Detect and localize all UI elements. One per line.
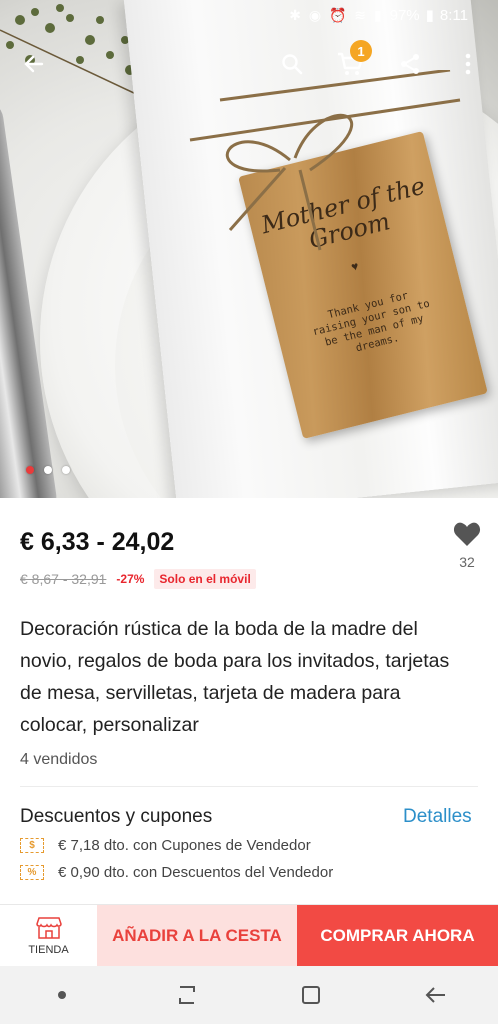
heart-icon: [453, 522, 481, 546]
cart-count-badge: 1: [350, 40, 372, 62]
buy-now-button[interactable]: COMPRAR AHORA: [297, 905, 498, 966]
status-bar: ✱ ◉ ⏰ ≋ ▮ 97% ▮ 8:11: [0, 0, 498, 30]
coupon-percent-icon: %: [20, 865, 44, 880]
coupon-text: € 0,90 dto. con Descuentos del Vendedor: [58, 864, 334, 881]
recent-apps-icon: [178, 986, 195, 1004]
back-nav-button[interactable]: [406, 975, 466, 1015]
sold-count: 4 vendidos: [20, 751, 98, 768]
gallery-dot-2[interactable]: [44, 466, 52, 474]
share-button[interactable]: [390, 44, 430, 84]
cart-button[interactable]: 1: [330, 40, 372, 84]
gallery-dot-3[interactable]: [62, 466, 70, 474]
back-nav-icon: [425, 987, 445, 1003]
mobile-only-badge: Solo en el móvil: [154, 569, 256, 589]
coupons-details-link[interactable]: Detalles: [403, 806, 472, 828]
product-image[interactable]: Mother of the Groom ♥ Thank you for rais…: [0, 0, 498, 498]
coupon-text: € 7,18 dto. con Cupones de Vendedor: [58, 837, 311, 854]
twine-bow-graphic: [189, 70, 461, 251]
system-nav-bar: [0, 966, 498, 1024]
discount-badge: -27%: [116, 572, 145, 586]
more-options-button[interactable]: [448, 44, 488, 84]
share-icon: [401, 54, 419, 74]
search-icon: [282, 54, 303, 75]
store-label: TIENDA: [28, 943, 69, 956]
coupon-dollar-icon: $: [20, 838, 44, 853]
dot-icon: [58, 991, 67, 999]
back-button[interactable]: [14, 44, 54, 84]
wishlist-count: 32: [459, 554, 475, 570]
gallery-pagination: [26, 466, 70, 474]
wishlist-button[interactable]: 32: [448, 521, 486, 570]
more-vertical-icon: [465, 53, 471, 75]
status-icons: ✱ ◉ ⏰ ≋ ▮: [289, 6, 384, 23]
coupons-title: Descuentos y cupones: [20, 806, 213, 827]
search-button[interactable]: [272, 44, 312, 84]
battery-level: 97%: [389, 6, 420, 24]
original-price: € 8,67 - 32,91: [20, 571, 107, 587]
coupon-item: $ € 7,18 dto. con Cupones de Vendedor: [20, 837, 311, 854]
gallery-dot-1[interactable]: [26, 466, 34, 474]
home-button[interactable]: [281, 975, 341, 1015]
price-range: € 6,33 - 24,02: [20, 528, 175, 556]
store-button[interactable]: TIENDA: [0, 905, 97, 966]
recent-apps-button[interactable]: [157, 975, 217, 1015]
action-bar: TIENDA AÑADIR A LA CESTA COMPRAR AHORA: [0, 904, 498, 966]
back-arrow-icon: [24, 55, 44, 73]
coupon-item: % € 0,90 dto. con Descuentos del Vendedo…: [20, 864, 333, 881]
old-price-row: € 8,67 - 32,91 -27% Solo en el móvil: [20, 569, 256, 589]
add-to-cart-button[interactable]: AÑADIR A LA CESTA: [97, 905, 297, 966]
clock: 8:11: [439, 6, 468, 24]
tag-text: Thank you for raising your son to be the…: [311, 289, 431, 355]
divider: [20, 786, 478, 787]
product-title: Decoración rústica de la boda de la madr…: [20, 618, 450, 736]
home-icon: [302, 986, 321, 1004]
battery-icon: ▮: [425, 7, 434, 24]
assistant-button[interactable]: [32, 975, 92, 1015]
store-icon: [35, 916, 62, 939]
